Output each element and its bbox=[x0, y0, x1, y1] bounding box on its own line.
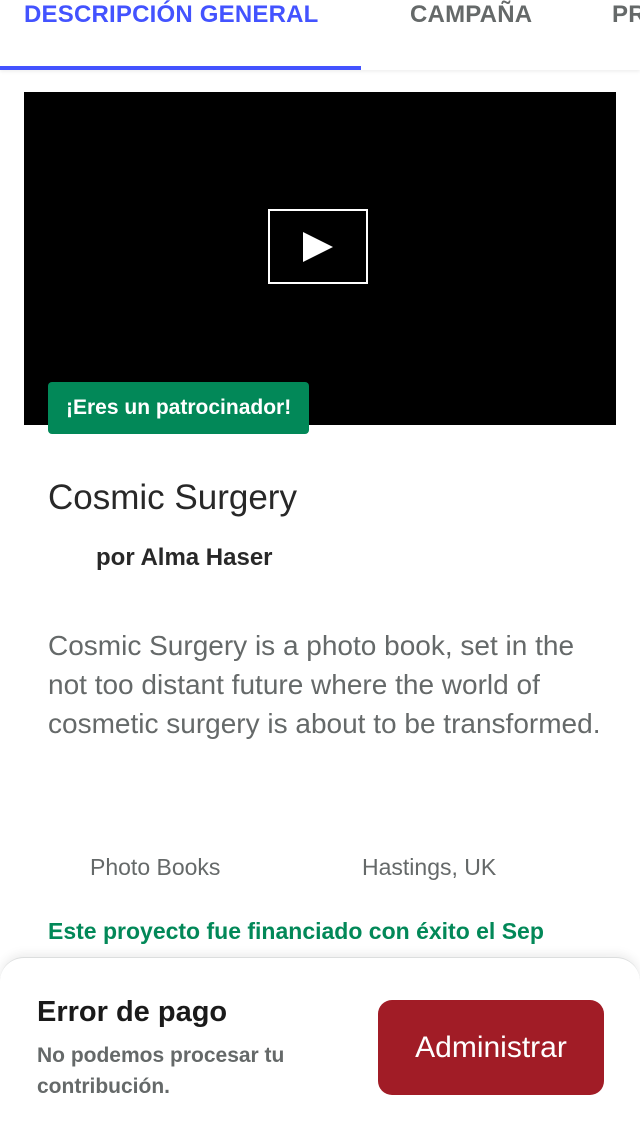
payment-error-message: No podemos procesar tu contribución. bbox=[37, 1044, 285, 1098]
tab-overview[interactable]: DESCRIPCIÓN GENERAL bbox=[0, 0, 360, 68]
project-creator[interactable]: por Alma Haser bbox=[96, 544, 273, 572]
project-blurb: Cosmic Surgery is a photo book, set in t… bbox=[48, 630, 601, 739]
tab-bar: DESCRIPCIÓN GENERAL CAMPAÑA PR bbox=[0, 0, 640, 70]
play-icon bbox=[303, 231, 333, 262]
payment-error-title: Error de pago bbox=[37, 996, 228, 1028]
tab-campaign[interactable]: CAMPAÑA bbox=[410, 0, 532, 68]
tab-partial[interactable]: PR bbox=[612, 0, 640, 68]
payment-error-sheet: Error de pago No podemos procesar tu con… bbox=[0, 957, 640, 1136]
project-category[interactable]: Photo Books bbox=[90, 854, 220, 881]
tab-overview-label: DESCRIPCIÓN GENERAL bbox=[24, 1, 319, 28]
project-title: Cosmic Surgery bbox=[48, 478, 297, 517]
tab-campaign-label: CAMPAÑA bbox=[410, 1, 533, 28]
project-location[interactable]: Hastings, UK bbox=[362, 854, 496, 881]
project-page: DESCRIPCIÓN GENERAL CAMPAÑA PR ¡Eres un … bbox=[0, 0, 640, 1136]
project-video[interactable] bbox=[24, 92, 616, 425]
backer-badge: ¡Eres un patrocinador! bbox=[48, 382, 310, 434]
active-tab-indicator bbox=[0, 66, 361, 70]
tab-partial-label: PR bbox=[612, 1, 640, 28]
play-button[interactable] bbox=[268, 209, 368, 284]
manage-button[interactable]: Administrar bbox=[378, 1000, 604, 1095]
funded-status: Este proyecto fue financiado con éxito e… bbox=[48, 918, 544, 944]
